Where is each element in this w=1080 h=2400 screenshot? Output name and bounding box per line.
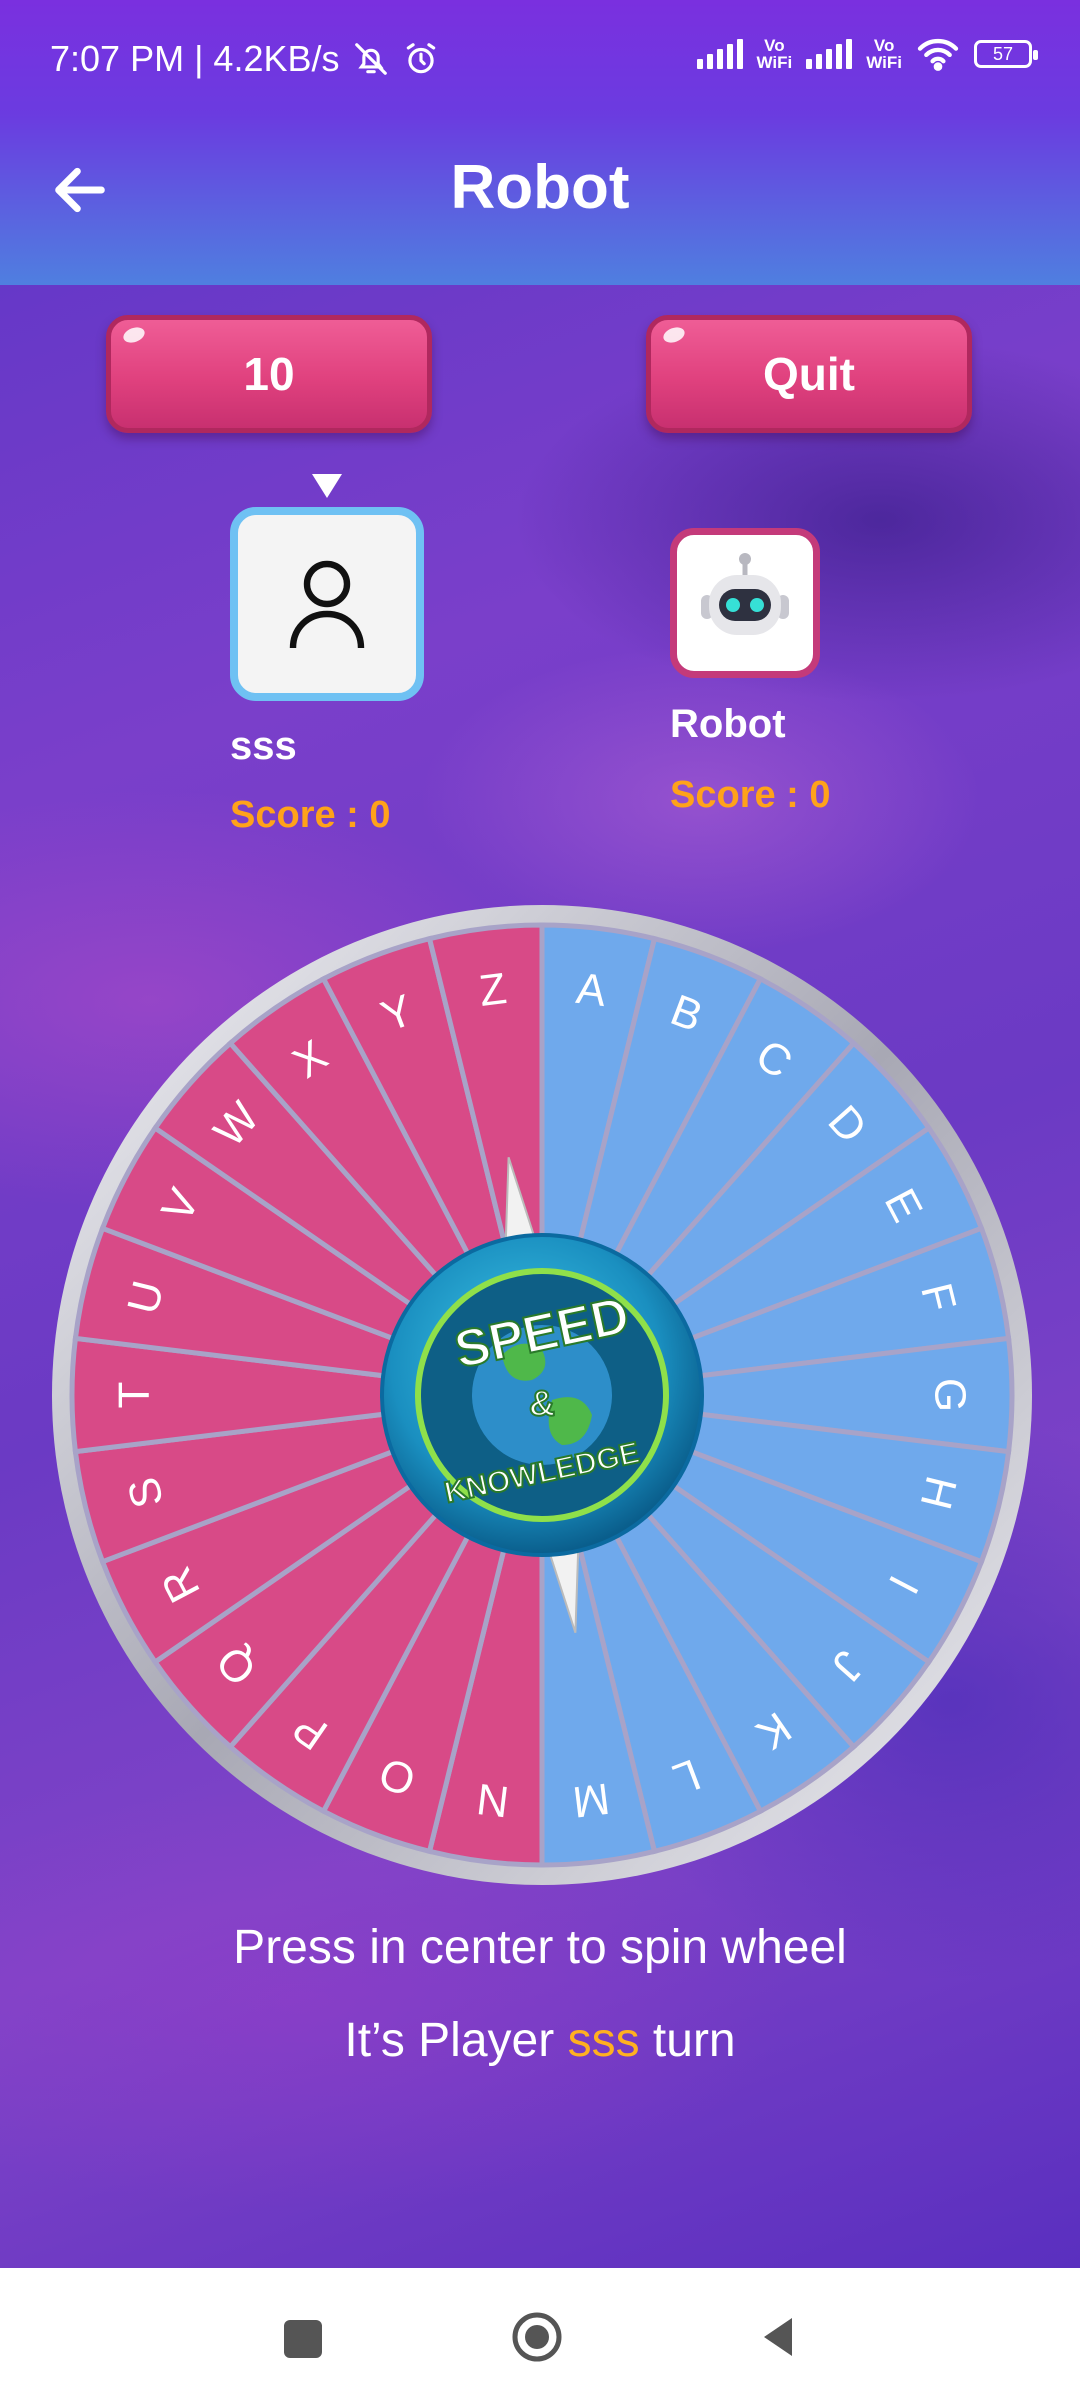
logo-ampersand: & (529, 1383, 555, 1424)
status-left: 7:07 PM | 4.2KB/s (50, 38, 440, 80)
letter-wheel[interactable]: A B C D E F G H I J K L M N O P Q R S T U V W X Y Z SPEED & KNOWLEDG… (52, 905, 1032, 1885)
wheel-letter-t: T (110, 1382, 159, 1409)
turn-suffix: turn (652, 2014, 736, 2067)
turn-prefix: It’s Player (344, 2014, 555, 2067)
robot-icon (701, 553, 789, 635)
system-nav-bar (0, 2268, 1080, 2400)
wheel-svg[interactable]: A BCDEFGHIJKLMNOPQRSTUVWXY ZSPEED&KNOWLEDG… (52, 905, 1032, 1885)
count-button[interactable]: 10 (106, 315, 432, 433)
player-name: sss (230, 724, 297, 768)
wheel-letter-n: N (474, 1774, 511, 1826)
vowifi-label-2: Vo WiFi (866, 36, 902, 72)
game-screen: 7:07 PM | 4.2KB/s Vo WiFi Vo WiFi 57 Robot… (0, 0, 1080, 2268)
robot-avatar (670, 528, 820, 678)
top-bar: 7:07 PM | 4.2KB/s Vo WiFi Vo WiFi 57 Robot (0, 0, 1080, 285)
signal-icon (696, 39, 743, 69)
bell-off-icon (354, 43, 387, 75)
spin-hint: Press in center to spin wheel (233, 1921, 847, 1974)
page-title: Robot (450, 153, 630, 222)
count-button-label: 10 (243, 348, 295, 400)
back-nav-button[interactable] (752, 2312, 802, 2362)
wheel-letter-m: M (570, 1773, 612, 1826)
turn-player-name: sss (567, 2014, 640, 2067)
signal-icon-2 (806, 39, 853, 69)
player-avatar (230, 507, 424, 701)
person-outline-icon (289, 560, 365, 649)
quit-button-label: Quit (763, 348, 855, 400)
vowifi-label-1: Vo WiFi (756, 36, 793, 72)
battery-icon: 57 (974, 40, 1038, 68)
wheel-letter-g: G (926, 1378, 975, 1412)
robot-score: Score : 0 (670, 774, 831, 816)
battery-level: 57 (992, 43, 1014, 64)
wifi-icon (917, 38, 959, 71)
recent-apps-button[interactable] (284, 2320, 322, 2358)
quit-button[interactable]: Quit (646, 315, 972, 433)
status-bar: 7:07 PM | 4.2KB/s Vo WiFi Vo WiFi 57 (0, 0, 1080, 120)
status-right: Vo WiFi Vo WiFi 57 (696, 36, 1038, 72)
active-turn-indicator (312, 474, 342, 498)
alarm-icon (406, 43, 435, 74)
robot-name: Robot (670, 702, 786, 746)
status-time: 7:07 PM | 4.2KB/s (50, 38, 340, 79)
turn-hint: It’s Player sss turn (0, 2013, 1080, 2068)
player-score: Score : 0 (230, 794, 391, 836)
home-button[interactable] (512, 2312, 562, 2362)
